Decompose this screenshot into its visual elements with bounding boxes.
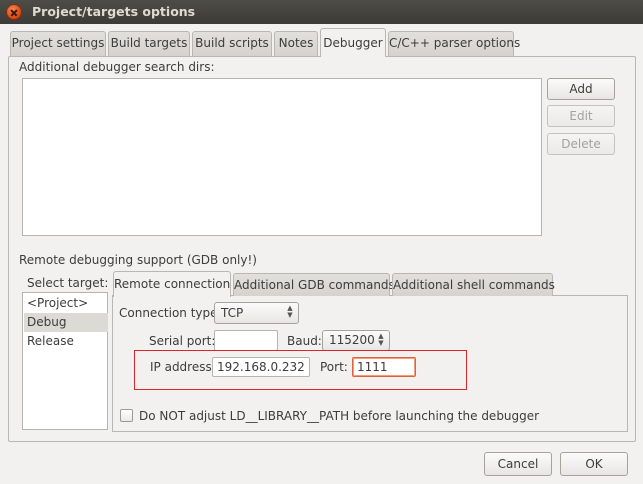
select-target-label: Select target: bbox=[27, 276, 109, 290]
title-bar: Project/targets options bbox=[0, 0, 643, 24]
connection-type-select[interactable]: TCP ▲ ▼ bbox=[214, 302, 299, 324]
tab-build-targets[interactable]: Build targets bbox=[108, 31, 190, 56]
ip-address-label: IP address: bbox=[150, 360, 216, 374]
window-title: Project/targets options bbox=[32, 4, 196, 19]
target-list[interactable]: <Project> Debug Release bbox=[22, 292, 108, 430]
connection-type-label: Connection type: bbox=[119, 306, 222, 320]
port-field[interactable]: 1111 bbox=[352, 357, 416, 377]
add-button[interactable]: Add bbox=[547, 78, 615, 100]
tab-project-settings[interactable]: Project settings bbox=[10, 31, 106, 56]
ld-library-path-checkbox[interactable] bbox=[120, 409, 133, 422]
tab-debugger[interactable]: Debugger bbox=[320, 28, 386, 57]
list-item[interactable]: Debug bbox=[24, 313, 108, 332]
edit-button[interactable]: Edit bbox=[547, 105, 615, 127]
cancel-button[interactable]: Cancel bbox=[484, 452, 552, 476]
close-icon[interactable] bbox=[6, 4, 22, 20]
baud-label: Baud: bbox=[287, 334, 322, 348]
list-item[interactable]: <Project> bbox=[24, 294, 108, 313]
tab-build-scripts[interactable]: Build scripts bbox=[192, 31, 272, 56]
port-label: Port: bbox=[320, 360, 348, 374]
tab-remote-connection[interactable]: Remote connection bbox=[113, 271, 231, 297]
tab-additional-shell-commands[interactable]: Additional shell commands bbox=[392, 273, 555, 296]
spinner-arrows-icon: ▲ ▼ bbox=[378, 332, 384, 347]
spinner-arrows-icon: ▲ ▼ bbox=[287, 304, 293, 319]
list-item[interactable]: Release bbox=[24, 332, 108, 351]
baud-select[interactable]: 115200 ▲ ▼ bbox=[322, 330, 390, 351]
serial-port-label: Serial port: bbox=[149, 334, 216, 348]
baud-value: 115200 bbox=[329, 333, 375, 347]
ld-library-path-label[interactable]: Do NOT adjust LD__LIBRARY__PATH before l… bbox=[139, 409, 539, 423]
ok-button[interactable]: OK bbox=[560, 452, 628, 476]
ip-address-field[interactable]: 192.168.0.232 bbox=[212, 357, 310, 377]
tab-additional-gdb-commands[interactable]: Additional GDB commands bbox=[233, 273, 395, 296]
serial-port-field[interactable] bbox=[214, 330, 278, 351]
tab-notes[interactable]: Notes bbox=[274, 31, 318, 56]
connection-type-value: TCP bbox=[221, 306, 244, 320]
remote-debugging-label: Remote debugging support (GDB only!) bbox=[19, 253, 257, 267]
delete-button[interactable]: Delete bbox=[547, 133, 615, 155]
search-dirs-label: Additional debugger search dirs: bbox=[19, 60, 215, 74]
tab-cpp-parser-options[interactable]: C/C++ parser options bbox=[388, 31, 520, 56]
search-dirs-list[interactable] bbox=[22, 78, 542, 236]
